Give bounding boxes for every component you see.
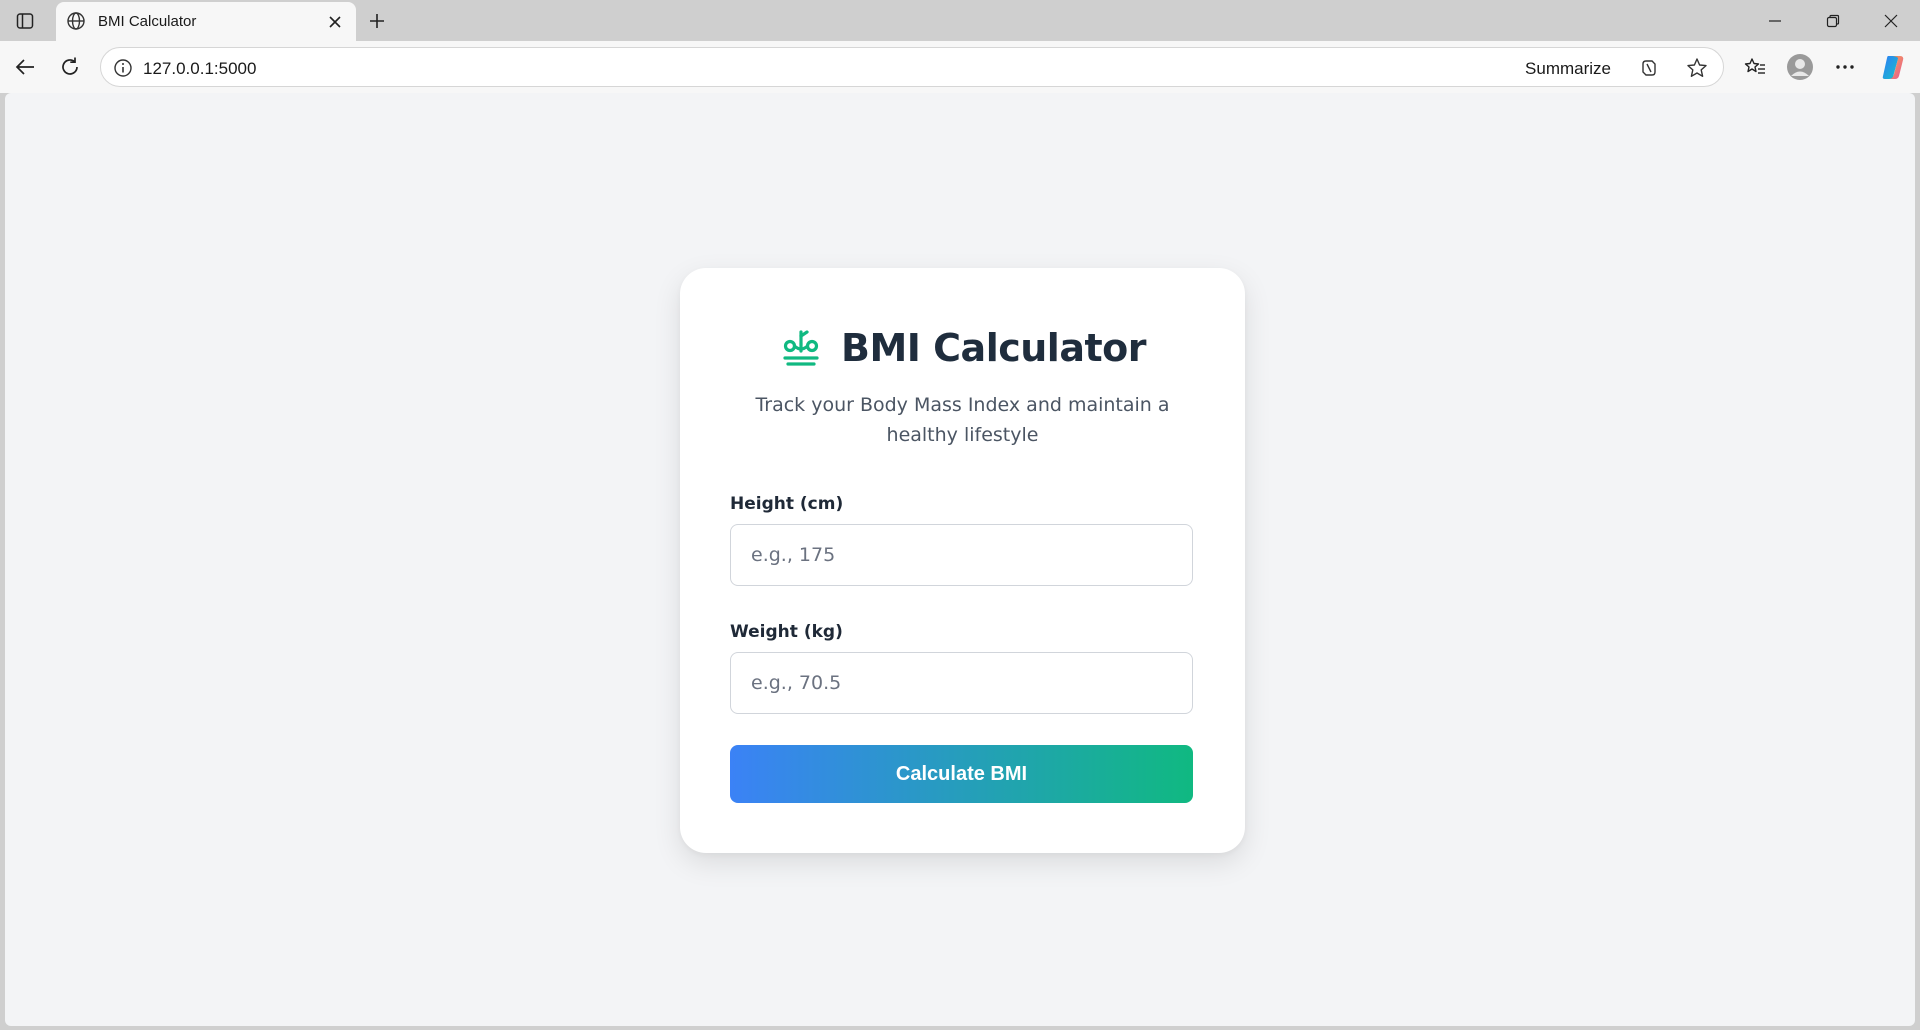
close-window-icon[interactable] — [1876, 6, 1906, 36]
address-bar[interactable]: 127.0.0.1:5000 Summarize — [100, 47, 1724, 87]
scale-logo-icon — [779, 326, 823, 370]
site-info-icon[interactable] — [113, 58, 133, 78]
close-tab-icon[interactable] — [324, 11, 346, 33]
tab-strip: BMI Calculator — [0, 0, 1920, 41]
copilot-summarize-icon[interactable] — [1637, 56, 1661, 80]
calculate-bmi-button[interactable]: Calculate BMI — [730, 745, 1193, 803]
browser-toolbar: 127.0.0.1:5000 Summarize — [0, 41, 1920, 93]
height-input[interactable] — [730, 524, 1193, 586]
browser-tab[interactable]: BMI Calculator — [56, 2, 356, 41]
summarize-label[interactable]: Summarize — [1525, 59, 1611, 79]
tab-title: BMI Calculator — [98, 13, 197, 30]
more-options-icon[interactable] — [1830, 52, 1860, 82]
card-header: BMI Calculator — [680, 323, 1245, 373]
weight-label: Weight (kg) — [730, 622, 843, 642]
globe-icon — [66, 11, 88, 33]
page-title: BMI Calculator — [841, 326, 1146, 370]
weight-input[interactable] — [730, 652, 1193, 714]
minimize-icon[interactable] — [1760, 6, 1790, 36]
reload-icon[interactable] — [55, 52, 85, 82]
bmi-card: BMI Calculator Track your Body Mass Inde… — [680, 268, 1245, 853]
profile-avatar-icon[interactable] — [1785, 52, 1815, 82]
page-viewport: BMI Calculator Track your Body Mass Inde… — [5, 93, 1915, 1026]
copilot-icon[interactable] — [1878, 52, 1908, 82]
url-text[interactable]: 127.0.0.1:5000 — [143, 59, 256, 79]
back-arrow-icon[interactable] — [10, 52, 40, 82]
height-label: Height (cm) — [730, 494, 844, 514]
page-subtitle: Track your Body Mass Index and maintain … — [755, 394, 1170, 446]
tab-actions-icon[interactable] — [12, 8, 38, 34]
restore-icon[interactable] — [1818, 6, 1848, 36]
favorite-star-icon[interactable] — [1685, 56, 1709, 80]
favorites-list-icon[interactable] — [1740, 52, 1770, 82]
new-tab-icon[interactable] — [364, 8, 390, 34]
